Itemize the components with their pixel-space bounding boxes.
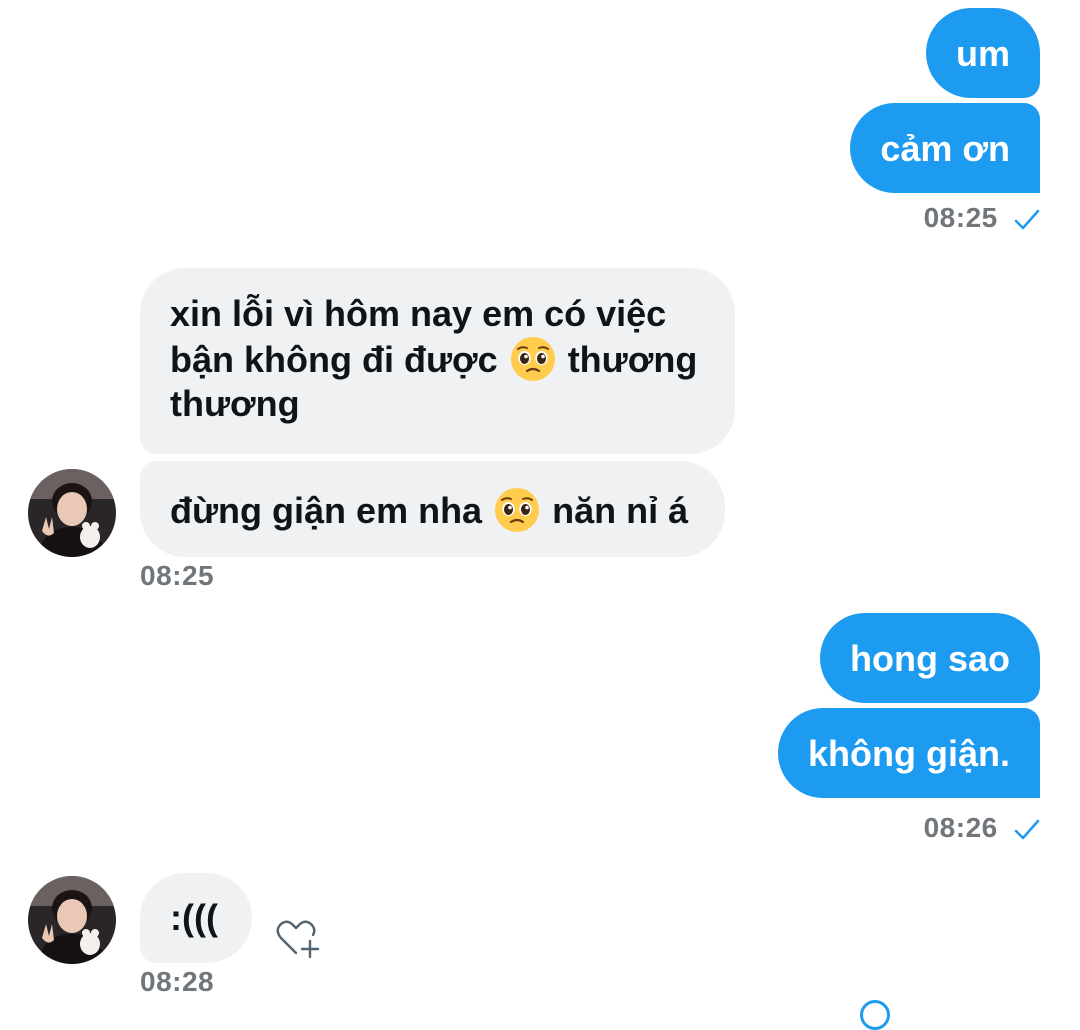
message-timestamp: 08:25 [140, 560, 215, 591]
message-bubble-incoming[interactable]: :((( [140, 873, 252, 963]
message-text-part: năn nỉ á [552, 490, 689, 531]
avatar[interactable] [28, 876, 116, 964]
message-bubble-incoming[interactable]: xin lỗi vì hôm nay em có việc bận không … [140, 268, 735, 454]
scroll-indicator [860, 1000, 890, 1030]
message-timestamp: 08:25 [924, 202, 1040, 234]
message-timestamp: 08:26 [924, 812, 1040, 844]
message-bubble-outgoing[interactable]: um [926, 8, 1040, 98]
heart-plus-icon [276, 920, 320, 959]
checkmark-icon [1014, 209, 1040, 230]
message-text: um [956, 33, 1010, 74]
message-bubble-outgoing[interactable]: hong sao [820, 613, 1040, 703]
pleading-face-emoji-icon [510, 337, 555, 381]
message-bubble-outgoing[interactable]: không giận. [778, 708, 1040, 798]
message-bubble-incoming[interactable]: đừng giận em nha năn nỉ á [140, 461, 725, 557]
message-text: cảm ơn [880, 128, 1010, 169]
checkmark-icon [1014, 819, 1040, 840]
message-text-part: đừng giận em nha [170, 490, 483, 531]
message-bubble-outgoing[interactable]: cảm ơn [850, 103, 1040, 193]
user-avatar-icon [28, 469, 116, 557]
message-text: :((( [170, 897, 218, 938]
avatar[interactable] [28, 469, 116, 557]
message-timestamp: 08:28 [140, 966, 215, 997]
user-avatar-icon [28, 876, 116, 964]
pleading-face-emoji-icon [495, 488, 540, 532]
message-text: hong sao [850, 638, 1010, 679]
message-text: không giận. [808, 733, 1010, 774]
react-button[interactable] [272, 915, 320, 963]
timestamp-text: 08:26 [923, 812, 998, 843]
timestamp-text: 08:25 [923, 202, 998, 233]
